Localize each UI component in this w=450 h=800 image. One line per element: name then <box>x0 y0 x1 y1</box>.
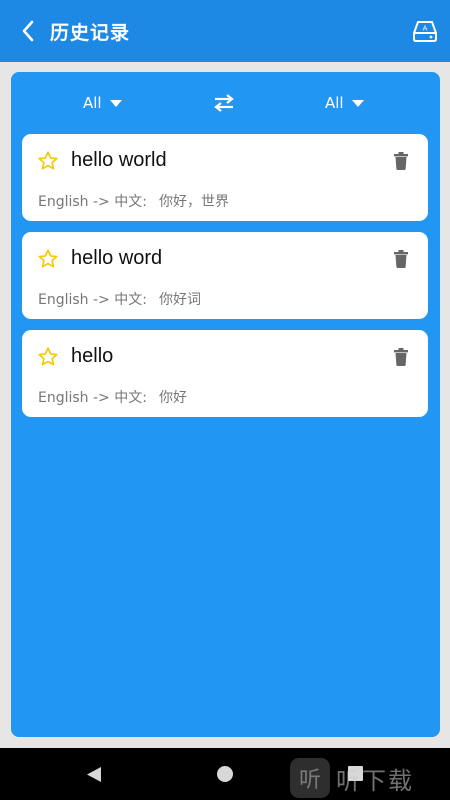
svg-text:A: A <box>423 25 428 33</box>
delete-button[interactable] <box>393 250 409 268</box>
back-button[interactable] <box>6 0 50 62</box>
history-word: hello word <box>71 247 163 269</box>
translation-line: English -> 中文: 你好，世界 <box>38 191 229 211</box>
target-language-select[interactable]: All <box>325 90 364 116</box>
translation-direction: English -> 中文: <box>38 390 147 406</box>
target-language-label: All <box>325 94 344 112</box>
delete-button[interactable] <box>393 348 409 366</box>
history-word: hello world <box>71 149 167 171</box>
nav-home-icon[interactable] <box>217 766 233 782</box>
star-outline-icon <box>38 151 58 170</box>
swap-languages-button[interactable] <box>212 92 236 114</box>
language-filter-bar: All All <box>11 90 440 116</box>
favorite-star-button[interactable] <box>37 150 59 172</box>
favorite-star-button[interactable] <box>37 346 59 368</box>
history-card[interactable]: hello English -> 中文: 你好 <box>22 330 428 417</box>
translation-direction: English -> 中文: <box>38 292 147 308</box>
source-language-select[interactable]: All <box>83 90 122 116</box>
trash-icon <box>394 152 408 170</box>
trash-icon <box>394 348 408 366</box>
watermark-logo: 听 <box>290 758 330 798</box>
favorite-star-button[interactable] <box>37 248 59 270</box>
star-outline-icon <box>38 347 58 366</box>
nav-back-icon[interactable] <box>86 766 102 783</box>
source-language-label: All <box>83 94 102 112</box>
chevron-left-icon <box>22 20 34 42</box>
translation-text: 你好，世界 <box>158 194 229 210</box>
swap-arrows-icon <box>214 94 234 112</box>
app-header: 历史记录 A <box>0 0 450 62</box>
storage-icon: A <box>413 21 437 42</box>
history-card[interactable]: hello word English -> 中文: 你好词 <box>22 232 428 319</box>
page-title: 历史记录 <box>50 21 131 44</box>
watermark-text: 听下载 <box>336 766 414 795</box>
watermark: 听 听下载 <box>290 756 414 800</box>
dropdown-caret-icon <box>351 99 364 107</box>
star-outline-icon <box>38 249 58 268</box>
history-word: hello <box>71 345 114 367</box>
dropdown-caret-icon <box>109 99 122 107</box>
history-card[interactable]: hello world English -> 中文: 你好，世界 <box>22 134 428 221</box>
trash-icon <box>394 250 408 268</box>
translation-text: 你好词 <box>158 292 201 308</box>
history-panel: All All hello world English -> 中文: 你好，世界 <box>11 72 440 737</box>
delete-button[interactable] <box>393 152 409 170</box>
translation-line: English -> 中文: 你好词 <box>38 289 201 309</box>
translation-text: 你好 <box>158 390 187 406</box>
storage-button[interactable]: A <box>412 18 438 44</box>
translation-direction: English -> 中文: <box>38 194 147 210</box>
translation-line: English -> 中文: 你好 <box>38 387 187 407</box>
